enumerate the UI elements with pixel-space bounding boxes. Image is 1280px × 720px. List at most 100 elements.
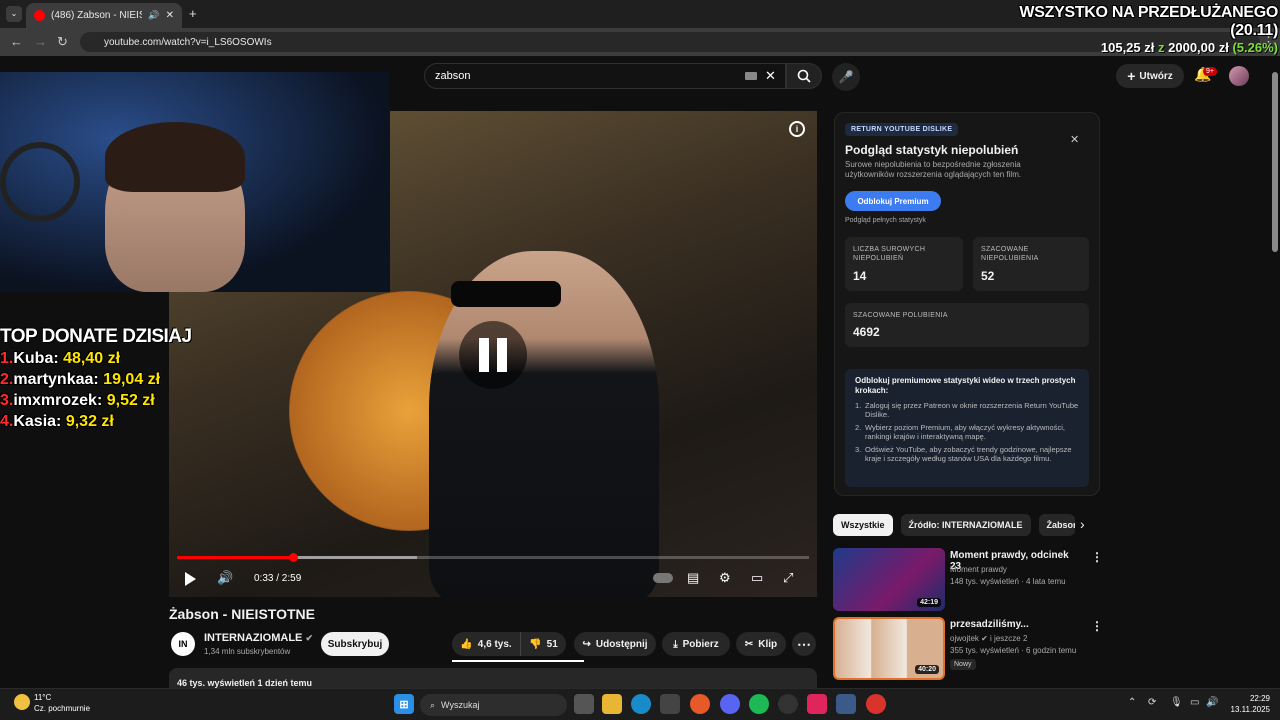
donate-rank: 1.: [0, 350, 14, 367]
ryd-close-icon[interactable]: ✕: [1070, 133, 1079, 146]
video-channel[interactable]: Moment prawdy: [950, 565, 1007, 574]
like-ratio-bar: [452, 660, 584, 662]
chip-all[interactable]: Wszystkie: [833, 514, 893, 536]
pause-overlay-icon[interactable]: [459, 321, 527, 389]
tray-sync-icon[interactable]: ⟳: [1148, 697, 1156, 708]
fullscreen-icon[interactable]: ⤢: [783, 570, 793, 586]
tray-volume-icon[interactable]: 🔊: [1206, 697, 1218, 708]
video-info-icon[interactable]: i: [789, 121, 805, 137]
store-icon[interactable]: [660, 694, 680, 714]
github-icon[interactable]: [778, 694, 798, 714]
video-title[interactable]: przesadziliśmy...: [950, 619, 1080, 630]
settings-icon[interactable]: [836, 694, 856, 714]
step-text: Odśwież YouTube, aby zobaczyć trendy god…: [865, 445, 1072, 463]
dislike-button[interactable]: 👎 51: [520, 632, 566, 656]
webcam-mic-ring: [0, 142, 80, 222]
search-icon: [797, 69, 811, 83]
channel-avatar[interactable]: IN: [171, 632, 195, 656]
notification-count-badge: 9+: [1203, 67, 1217, 76]
download-icon: ⤓: [673, 638, 678, 650]
tiktok-icon[interactable]: [807, 694, 827, 714]
settings-gear-icon[interactable]: ⚙: [719, 570, 731, 586]
goal-overlay: WSZYSTKO NA PRZEDŁUŻANEGO (20.11) 105,25…: [978, 4, 1278, 55]
new-tab-icon[interactable]: +: [189, 6, 197, 21]
search-button[interactable]: [786, 63, 822, 89]
weather-widget[interactable]: 11°C Cz. pochmurnie: [14, 692, 90, 714]
more-actions-button[interactable]: ⋯: [792, 632, 816, 656]
clip-label: Klip: [758, 638, 778, 650]
tray-network-icon[interactable]: ▭: [1190, 697, 1199, 708]
reload-icon[interactable]: ↻: [57, 34, 68, 50]
task-view-icon[interactable]: [574, 694, 594, 714]
autoplay-toggle-icon[interactable]: [653, 573, 673, 583]
chip-source[interactable]: Źródło: INTERNAZIOMALE: [900, 514, 1031, 536]
donate-amount: 9,32 zł: [65, 413, 114, 430]
create-button[interactable]: + Utwórz: [1116, 64, 1184, 88]
description-box[interactable]: 46 tys. wyświetleń 1 dzień temu: [169, 668, 817, 690]
full-stats-link[interactable]: Podgląd pełnych statystyk: [845, 217, 926, 224]
taskbar-clock[interactable]: 22:29 13.11.2025: [1228, 693, 1270, 715]
keyboard-icon[interactable]: [745, 72, 757, 80]
new-badge: Nowy: [950, 659, 976, 670]
search-query: zabson: [435, 70, 471, 82]
chrome-icon[interactable]: [866, 694, 886, 714]
clip-button[interactable]: ✂ Klip: [736, 632, 786, 656]
browser-tab[interactable]: (486) Żabson - NIEISTOTNE 🔊 ✕: [26, 3, 182, 28]
video-channel[interactable]: ojwojtek ✔ i jeszcze 2: [950, 634, 1027, 643]
video-thumbnail[interactable]: 42:19: [833, 548, 945, 611]
recommended-video[interactable]: 40:20 przesadziliśmy... ojwojtek ✔ i jes…: [833, 617, 1103, 681]
video-menu-icon[interactable]: ⋮: [1091, 550, 1103, 564]
ryd-tag: RETURN YOUTUBE DISLIKE: [845, 123, 959, 136]
video-duration: 40:20: [915, 665, 939, 674]
subtitles-icon[interactable]: ▤: [687, 570, 699, 586]
video-thumbnail[interactable]: 40:20: [833, 617, 945, 680]
subscribe-button[interactable]: Subskrybuj: [321, 632, 389, 656]
tab-list-icon[interactable]: ⌄: [6, 6, 22, 22]
chip-zabson[interactable]: Żabson: [1038, 514, 1075, 536]
theater-mode-icon[interactable]: ▭: [751, 570, 763, 586]
taskbar-search[interactable]: ⌕ Wyszukaj: [420, 694, 567, 716]
recommended-video[interactable]: 42:19 Moment prawdy, odcinek 23 Moment p…: [833, 548, 1103, 612]
share-label: Udostępnij: [595, 638, 648, 650]
unlock-premium-button[interactable]: Odblokuj Premium: [845, 191, 941, 211]
like-button[interactable]: 👍 4,6 tys.: [452, 632, 520, 656]
chips-next-icon[interactable]: ›: [1080, 516, 1085, 532]
channel-name[interactable]: INTERNAZIOMALE ✔: [204, 632, 313, 644]
progress-bar[interactable]: [177, 553, 809, 562]
donate-row: 1.Kuba: 48,40 zł: [0, 348, 200, 369]
volume-icon[interactable]: 🔊: [217, 570, 233, 586]
donate-name: Kasia:: [13, 413, 62, 430]
goal-percent: (5.26%): [1232, 40, 1278, 55]
scrubber-handle[interactable]: [289, 553, 299, 562]
thumbs-up-icon: 👍: [460, 638, 473, 650]
spotify-icon[interactable]: [749, 694, 769, 714]
page-scrollbar[interactable]: [1270, 60, 1280, 688]
video-menu-icon[interactable]: ⋮: [1091, 619, 1103, 633]
user-avatar[interactable]: [1229, 66, 1249, 86]
tray-mic-icon[interactable]: 🎙: [1170, 697, 1183, 708]
share-button[interactable]: ↪ Udostępnij: [574, 632, 656, 656]
edge-icon[interactable]: [631, 694, 651, 714]
channel-subscriber-count: 1,34 mln subskrybentów: [204, 647, 291, 656]
clear-search-icon[interactable]: ✕: [765, 68, 776, 84]
tab-close-icon[interactable]: ✕: [166, 10, 174, 21]
search-input[interactable]: zabson ✕: [424, 63, 786, 89]
firefox-icon[interactable]: [690, 694, 710, 714]
raw-dislikes-card: LICZBA SUROWYCH NIEPOLUBIEŃ 14: [845, 237, 963, 291]
estimated-dislikes-value: 52: [981, 269, 995, 283]
donate-row: 4.Kasia: 9,32 zł: [0, 411, 200, 432]
discord-icon[interactable]: [720, 694, 740, 714]
download-button[interactable]: ⤓ Pobierz: [662, 632, 730, 656]
tray-expand-icon[interactable]: ⌃: [1128, 697, 1136, 708]
file-explorer-icon[interactable]: [602, 694, 622, 714]
play-icon[interactable]: [185, 572, 196, 586]
voice-search-button[interactable]: 🎤: [832, 63, 860, 91]
download-label: Pobierz: [682, 638, 719, 650]
youtube-favicon-icon: [34, 10, 45, 21]
forward-icon[interactable]: →: [34, 34, 47, 49]
back-icon[interactable]: ←: [10, 34, 23, 49]
thumbs-down-icon: 👎: [529, 638, 542, 650]
tab-audio-icon[interactable]: 🔊: [148, 10, 159, 21]
scrollbar-thumb[interactable]: [1272, 72, 1278, 252]
windows-start-icon[interactable]: ⊞: [394, 694, 414, 714]
